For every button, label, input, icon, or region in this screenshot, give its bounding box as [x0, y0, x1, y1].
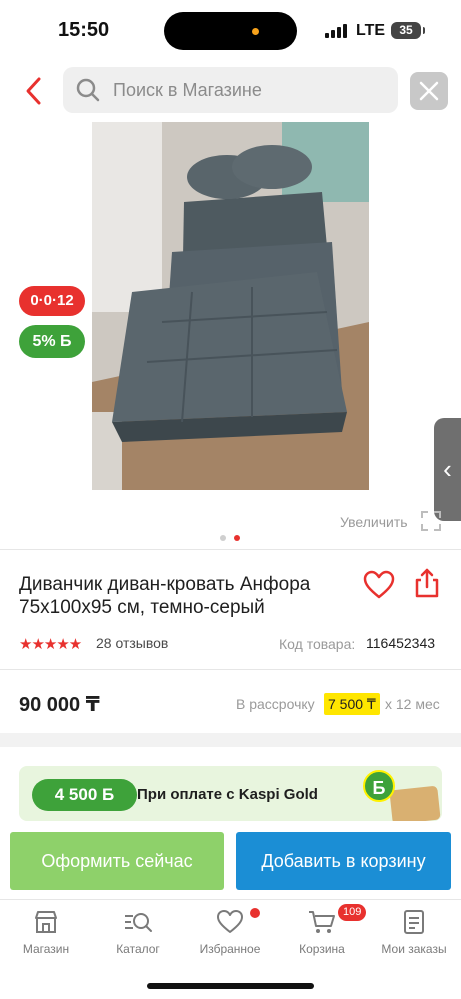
- bonus-badge: 5% Б: [19, 325, 85, 358]
- signal-icon: [325, 24, 347, 38]
- back-button[interactable]: [20, 74, 50, 108]
- price: 90 000 ₸: [19, 694, 100, 716]
- tab-label: Мои заказы: [381, 942, 447, 956]
- gold-bonus-pill: 4 500 Б: [32, 779, 137, 811]
- chevron-left-icon: [26, 77, 41, 105]
- divider: [0, 669, 461, 670]
- product-code-label: Код товара:: [279, 636, 356, 652]
- search-icon: [76, 78, 100, 102]
- installment-amount: 7 500 ₸: [324, 693, 380, 715]
- buy-now-button[interactable]: Оформить сейчас: [10, 832, 224, 890]
- divider: [0, 549, 461, 550]
- installment-badge: 0·0·12: [19, 286, 85, 316]
- gallery-dot: [220, 535, 226, 541]
- favorite-heart-icon[interactable]: [363, 570, 395, 600]
- status-bar: 15:50 LTE 35: [0, 0, 461, 62]
- reviews-link[interactable]: 28 отзывов: [96, 635, 168, 651]
- sofa-bed-photo: [92, 122, 369, 490]
- cart-count-badge: 109: [338, 904, 367, 921]
- bonus-coin-icon: Б: [363, 770, 395, 802]
- tab-shop[interactable]: Магазин: [0, 908, 92, 956]
- home-indicator[interactable]: [147, 983, 314, 989]
- close-button[interactable]: [410, 72, 448, 110]
- product-code: 116452343: [366, 635, 436, 651]
- tab-orders[interactable]: Мои заказы: [368, 908, 460, 956]
- tab-favorites[interactable]: Избранное: [184, 908, 276, 956]
- cart-icon: [309, 911, 335, 933]
- search-input[interactable]: Поиск в Магазине: [63, 67, 398, 113]
- close-icon: [419, 81, 439, 101]
- catalog-icon: [125, 913, 152, 932]
- tab-label: Корзина: [299, 942, 345, 956]
- side-panel-tab[interactable]: ‹: [434, 418, 461, 521]
- tab-label: Каталог: [116, 942, 160, 956]
- favorites-notification-dot: [250, 908, 260, 918]
- product-image[interactable]: [92, 122, 369, 490]
- kaspi-gold-banner[interactable]: 4 500 Б При оплате с Kaspi Gold Б: [19, 766, 442, 821]
- section-gap: [0, 733, 461, 747]
- rating-stars: ★★★★★: [19, 636, 82, 653]
- gallery-indicator: [220, 528, 248, 546]
- expand-icon[interactable]: [419, 509, 443, 533]
- search-placeholder: Поиск в Магазине: [113, 80, 262, 100]
- dynamic-island: [164, 12, 297, 50]
- zoom-label[interactable]: Увеличить: [340, 514, 408, 530]
- shop-icon: [35, 911, 57, 933]
- tab-label: Избранное: [199, 942, 261, 956]
- heart-icon: [217, 910, 243, 933]
- add-to-cart-button[interactable]: Добавить в корзину: [236, 832, 451, 890]
- status-time: 15:50: [58, 19, 110, 41]
- orders-icon: [404, 910, 424, 934]
- network-label: LTE: [356, 22, 386, 39]
- tab-label: Магазин: [22, 942, 70, 956]
- installment-label: В рассрочку: [236, 696, 315, 712]
- gallery-dot-active: [234, 535, 240, 541]
- tab-catalog[interactable]: Каталог: [92, 908, 184, 956]
- product-title: Диванчик диван-кровать Анфора 75x100x95 …: [19, 574, 311, 618]
- gold-banner-text: При оплате с Kaspi Gold: [137, 786, 318, 803]
- battery-icon: 35: [391, 22, 425, 39]
- gold-card-icon: [389, 785, 441, 821]
- privacy-dot: [252, 28, 259, 35]
- installment-term: x 12 мес: [385, 696, 440, 712]
- share-icon[interactable]: [414, 568, 440, 598]
